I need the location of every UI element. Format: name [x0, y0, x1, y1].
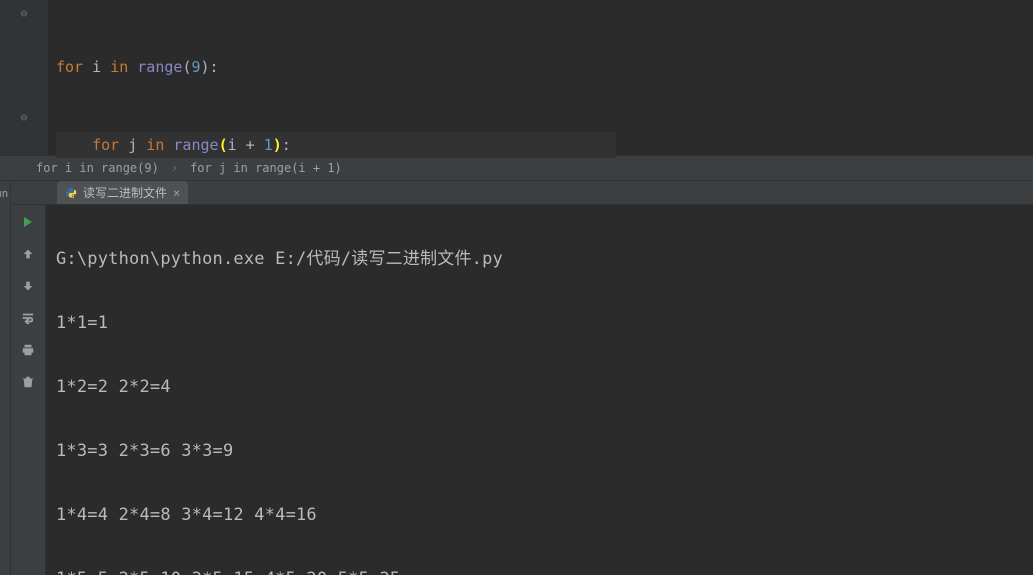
run-tool-label[interactable]: un:	[0, 181, 11, 575]
console-line: 1*4=4 2*4=8 3*4=12 4*4=16	[56, 499, 1033, 531]
fold-start-icon[interactable]: ⊖	[21, 8, 28, 19]
console-line: 1*1=1	[56, 307, 1033, 339]
run-tool-window: un: 读写二进制文件 ×	[0, 181, 1033, 575]
arrow-up-icon[interactable]	[19, 245, 37, 263]
soft-wrap-icon[interactable]	[19, 309, 37, 327]
console-line: G:\python\python.exe E:/代码/读写二进制文件.py	[56, 243, 1033, 275]
run-tab-label: 读写二进制文件	[83, 184, 167, 201]
code-editor[interactable]: ⊖ ⊖ for i in range(9): for j in range(i …	[0, 0, 1033, 155]
code-line[interactable]: for i in range(9):	[56, 54, 616, 80]
run-tabs: 读写二进制文件 ×	[11, 181, 1033, 205]
console-output[interactable]: G:\python\python.exe E:/代码/读写二进制文件.py 1*…	[46, 205, 1033, 575]
editor-gutter: ⊖ ⊖	[0, 0, 48, 155]
run-tab[interactable]: 读写二进制文件 ×	[57, 181, 188, 204]
console-line: 1*5=5 2*5=10 3*5=15 4*5=20 5*5=25	[56, 563, 1033, 575]
breadcrumb-item[interactable]: for i in range(9)	[36, 161, 159, 175]
arrow-down-icon[interactable]	[19, 277, 37, 295]
rerun-icon[interactable]	[19, 213, 37, 231]
trash-icon[interactable]	[19, 373, 37, 391]
close-icon[interactable]: ×	[173, 186, 180, 200]
run-toolbar	[11, 205, 46, 575]
breadcrumb-item[interactable]: for j in range(i + 1)	[190, 161, 342, 175]
chevron-right-icon: ›	[171, 161, 178, 175]
code-line[interactable]: for j in range(i + 1):	[56, 132, 616, 158]
console-line: 1*2=2 2*2=4	[56, 371, 1033, 403]
console-line: 1*3=3 2*3=6 3*3=9	[56, 435, 1033, 467]
python-file-icon	[65, 187, 77, 199]
print-icon[interactable]	[19, 341, 37, 359]
fold-end-icon[interactable]: ⊖	[21, 112, 28, 123]
code-body[interactable]: for i in range(9): for j in range(i + 1)…	[48, 0, 616, 155]
